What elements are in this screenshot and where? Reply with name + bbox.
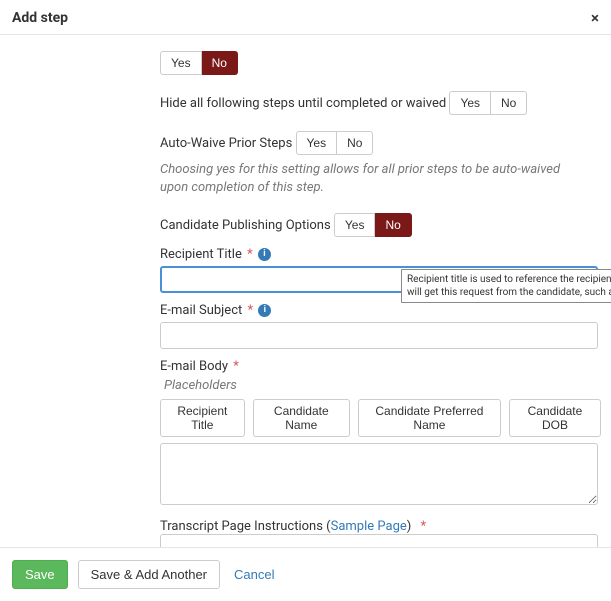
ph-candidate-dob-button[interactable]: Candidate DOB [509, 399, 601, 437]
email-subject-input[interactable] [160, 322, 598, 349]
hide-yes-button[interactable]: Yes [449, 91, 491, 115]
ph-candidate-pref-name-button[interactable]: Candidate Preferred Name [358, 399, 501, 437]
transcript-instr-label-post: ) [407, 519, 412, 534]
autowaive-helper-text: Choosing yes for this setting allows for… [160, 161, 601, 197]
required-asterisk: * [233, 359, 239, 374]
required-asterisk: * [247, 247, 253, 262]
required-yes-button[interactable]: Yes [160, 51, 202, 75]
email-body-group: E-mail Body * Placeholders Recipient Tit… [160, 359, 601, 509]
info-icon[interactable]: i [258, 304, 271, 317]
email-body-textarea[interactable] [160, 443, 598, 505]
info-icon[interactable]: i [258, 248, 271, 261]
email-subject-label: E-mail Subject [160, 303, 242, 318]
autowaive-label: Auto-Waive Prior Steps [160, 136, 292, 151]
hide-steps-toggle: Yes No [449, 91, 527, 115]
hide-no-button[interactable]: No [491, 91, 527, 115]
autowaive-yes-button[interactable]: Yes [296, 131, 338, 155]
candidate-pub-group: Candidate Publishing Options Yes No [160, 207, 601, 237]
recipient-title-tooltip: Recipient title is used to reference the… [401, 269, 611, 303]
close-icon[interactable]: × [591, 11, 599, 26]
autowaive-group: Auto-Waive Prior Steps Yes No Choosing y… [160, 125, 601, 197]
ph-candidate-name-button[interactable]: Candidate Name [253, 399, 350, 437]
modal-body: Yes No Hide all following steps until co… [0, 35, 611, 547]
modal-title: Add step [12, 10, 68, 26]
required-no-button[interactable]: No [202, 51, 238, 75]
cancel-button[interactable]: Cancel [230, 561, 278, 588]
recipient-title-label: Recipient Title [160, 247, 242, 262]
hide-steps-group: Hide all following steps until completed… [160, 85, 601, 115]
modal-footer: Save Save & Add Another Cancel [0, 547, 611, 601]
candidate-pub-label: Candidate Publishing Options [160, 218, 331, 233]
ph-recipient-title-button[interactable]: Recipient Title [160, 399, 245, 437]
email-body-label: E-mail Body [160, 359, 228, 374]
autowaive-toggle: Yes No [296, 131, 374, 155]
required-label-cut [160, 35, 601, 39]
required-asterisk: * [247, 303, 253, 318]
modal-header: Add step × [0, 0, 611, 35]
sample-page-link[interactable]: Sample Page [331, 519, 407, 534]
transcript-instr-label-pre: Transcript Page Instructions ( [160, 519, 331, 534]
required-asterisk: * [421, 519, 427, 534]
placeholders-subhead: Placeholders [160, 378, 601, 393]
save-button[interactable]: Save [12, 560, 68, 589]
required-toggle: Yes No [160, 51, 238, 75]
candidate-pub-no-button[interactable]: No [375, 213, 411, 237]
save-add-another-button[interactable]: Save & Add Another [78, 560, 220, 589]
candidate-pub-toggle: Yes No [334, 213, 412, 237]
recipient-title-group: Recipient Title * i Recipient title is u… [160, 247, 601, 293]
autowaive-no-button[interactable]: No [337, 131, 373, 155]
form-inner: Yes No Hide all following steps until co… [160, 35, 611, 547]
transcript-instr-textarea[interactable] [160, 534, 598, 547]
placeholder-buttons-row: Recipient Title Candidate Name Candidate… [160, 399, 601, 437]
transcript-instr-group: Transcript Page Instructions (Sample Pag… [160, 519, 601, 547]
add-step-modal: Add step × Yes No Hide all following ste… [0, 0, 611, 601]
candidate-pub-yes-button[interactable]: Yes [334, 213, 376, 237]
required-field-group: Yes No [160, 35, 601, 75]
hide-steps-label: Hide all following steps until completed… [160, 96, 446, 111]
email-subject-group: E-mail Subject * i [160, 303, 601, 349]
